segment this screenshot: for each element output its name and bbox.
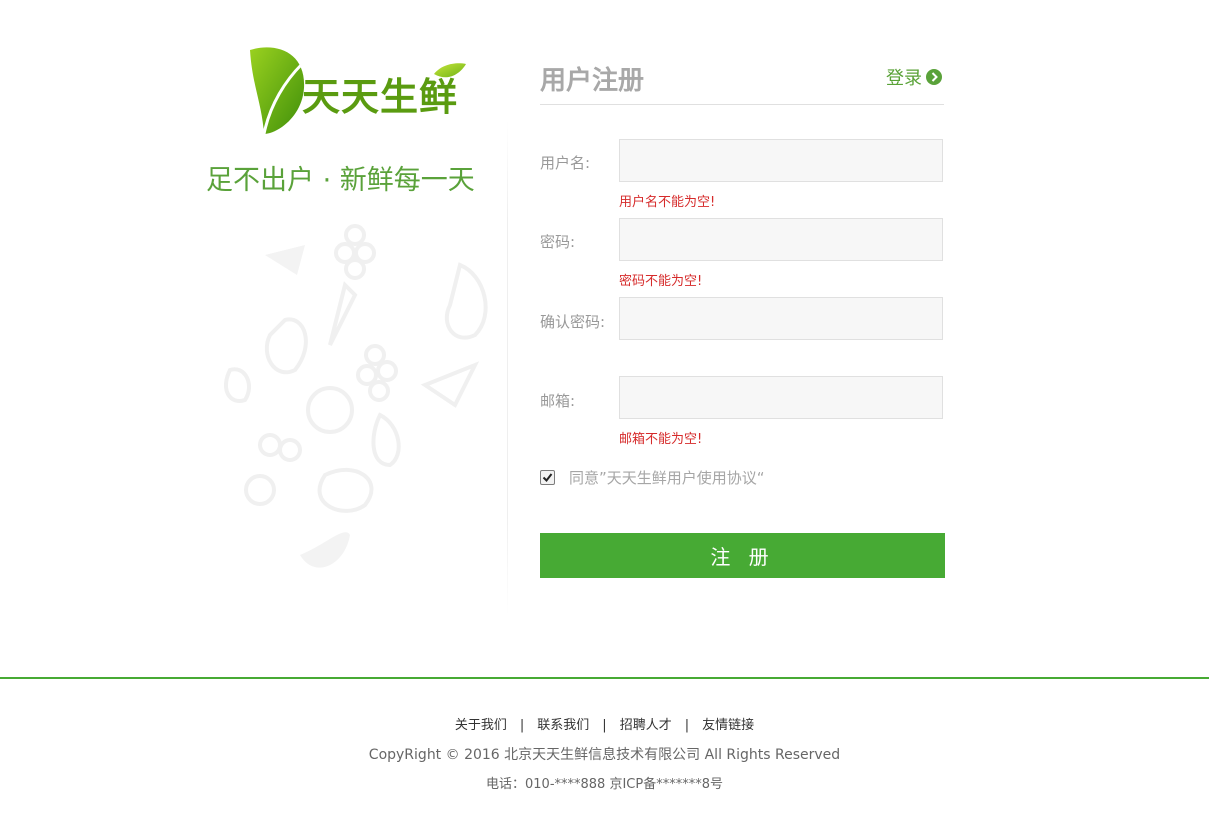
footer-separator: | — [684, 718, 690, 733]
username-error: 用户名不能为空! — [619, 195, 716, 210]
confirm-password-input[interactable] — [619, 297, 943, 340]
agree-label: 同意”天天生鲜用户使用协议“ — [569, 469, 765, 487]
footer-link-contact[interactable]: 联系我们 — [537, 718, 589, 733]
login-link-label: 登录 — [886, 68, 922, 89]
footer-links: 关于我们 | 联系我们 | 招聘人才 | 友情链接 — [0, 714, 1209, 733]
password-label: 密码: — [540, 233, 576, 251]
register-button[interactable]: 注 册 — [540, 533, 945, 578]
email-input[interactable] — [619, 376, 943, 419]
vegetables-illustration-icon — [224, 224, 488, 568]
confirm-password-label: 确认密码: — [540, 313, 606, 331]
email-label: 邮箱: — [540, 392, 576, 410]
password-error: 密码不能为空! — [619, 274, 703, 289]
footer-link-about[interactable]: 关于我们 — [455, 718, 507, 733]
logo-text: 天天生鲜 — [302, 75, 459, 119]
footer-separator: | — [519, 718, 525, 733]
login-link[interactable]: 登录 — [886, 64, 942, 90]
copyright-text: CopyRight © 2016 北京天天生鲜信息技术有限公司 All Righ… — [368, 747, 841, 763]
agree-checkbox[interactable] — [540, 470, 555, 485]
email-error: 邮箱不能为空! — [619, 432, 703, 447]
username-label: 用户名: — [540, 154, 591, 172]
footer-link-jobs[interactable]: 招聘人才 — [620, 718, 672, 733]
footer-divider — [0, 677, 1209, 679]
password-input[interactable] — [619, 218, 943, 261]
form-title: 用户注册 — [540, 66, 645, 96]
footer-link-friends[interactable]: 友情链接 — [702, 718, 754, 733]
footer-separator: | — [602, 718, 607, 733]
agreement-row: 同意”天天生鲜用户使用协议“ — [540, 467, 765, 488]
chevron-right-icon — [926, 69, 942, 85]
username-input[interactable] — [619, 139, 943, 182]
slogan: 足不出户 · 新鲜每一天 — [206, 165, 475, 196]
title-divider — [540, 104, 944, 105]
vertical-divider — [507, 120, 508, 615]
phone-icp-text: 电话：010-****888 京ICP备*******8号 — [486, 777, 723, 792]
register-page: 天天生鲜 足不出户 · 新鲜每一天 用户注册 登录 用户名: 用户名不能为空! … — [0, 0, 1209, 814]
